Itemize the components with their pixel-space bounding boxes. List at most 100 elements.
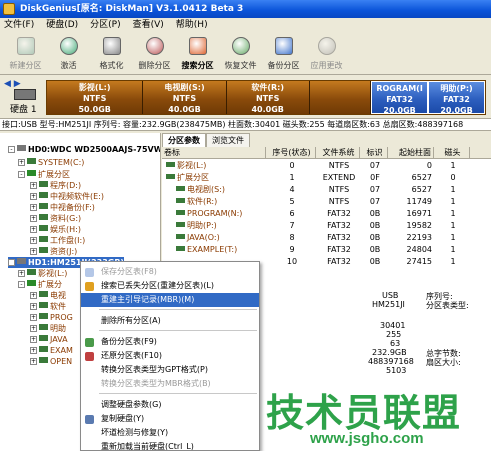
column-header[interactable]: 卷标 <box>162 147 266 158</box>
column-header[interactable]: 序号(状态) <box>266 147 316 158</box>
segment-name: 电视剧(S:) <box>164 83 205 92</box>
tree-node[interactable]: + 资资(J:) <box>30 246 77 257</box>
toolbar-button-0[interactable]: 新建分区 <box>4 33 47 75</box>
table-row[interactable]: 影视(L:) 0 NTFS 07 0 1 <box>162 160 491 172</box>
expander-icon[interactable]: + <box>30 226 37 233</box>
tree-node[interactable]: + JAVA <box>30 334 68 345</box>
table-row[interactable]: PROGRAM(N:) 6 FAT32 0B 16971 1 <box>162 208 491 220</box>
expander-icon[interactable]: + <box>30 292 37 299</box>
context-menu-item[interactable]: 调整硬盘参数(G) <box>81 398 259 412</box>
expander-icon[interactable]: + <box>30 314 37 321</box>
column-header[interactable]: 起始柱面 <box>388 147 434 158</box>
table-cell: 影视(L:) <box>162 160 266 172</box>
table-cell: 电视剧(S:) <box>162 184 266 196</box>
partition-icon <box>39 181 48 187</box>
tree-node[interactable]: + 中视备份(F:) <box>30 202 95 213</box>
toolbar-button-7[interactable]: 应用更改 <box>305 33 348 75</box>
tree-node[interactable]: + SYSTEM(C:) <box>18 157 84 168</box>
tree-node[interactable]: + OPEN <box>30 356 72 367</box>
toolbar-button-1[interactable]: 激活 <box>47 33 90 75</box>
partition-segment-4[interactable]: ROGRAM(I FAT32 20.0GB <box>371 81 429 114</box>
tree-node[interactable]: + EXAM <box>30 345 73 356</box>
tree-node[interactable]: + 电视 <box>30 290 66 301</box>
expander-icon[interactable]: + <box>30 248 37 255</box>
tree-node[interactable]: + PROG <box>30 312 73 323</box>
toolbar-button-3[interactable]: 删除分区 <box>133 33 176 75</box>
tree-node[interactable]: + 中视频软件(E:) <box>30 191 104 202</box>
tab-0[interactable]: 分区参数 <box>162 133 206 147</box>
tree-node[interactable]: + 软件 <box>30 301 66 312</box>
tree-node-label: SYSTEM(C:) <box>38 158 85 167</box>
expander-icon[interactable]: - <box>8 146 15 153</box>
menu-item-2[interactable]: 分区(P) <box>90 18 120 33</box>
disk-bar: ◀ ▶ 硬盘 1 影视(L:) NTFS 50.0GB 电视剧(S:) NTFS 40.0… <box>0 76 491 118</box>
table-row[interactable]: JAVA(O:) 8 FAT32 0B 22193 1 <box>162 232 491 244</box>
tree-node[interactable]: - HD0:WDC WD2500AAJS-75VWA0 <box>8 144 160 155</box>
expander-icon[interactable]: + <box>18 270 25 277</box>
expander-icon[interactable]: + <box>30 358 37 365</box>
table-row[interactable]: 软件(R:) 5 NTFS 07 11749 1 <box>162 196 491 208</box>
column-header[interactable]: 磁头 <box>434 147 470 158</box>
table-row[interactable]: EXAMPLE(T:) 9 FAT32 0B 24804 1 <box>162 244 491 256</box>
table-row[interactable]: 明助(P:) 7 FAT32 0B 19582 1 <box>162 220 491 232</box>
tree-node[interactable]: + 程序(D:) <box>30 180 81 191</box>
tree-node[interactable]: + 影视(L:) <box>18 268 67 279</box>
partition-segment-2[interactable]: 软件(R:) NTFS 40.0GB <box>226 81 310 114</box>
disk-label: 硬盘 1 <box>10 105 37 115</box>
expander-icon[interactable]: + <box>30 215 37 222</box>
partition-segment-1[interactable]: 电视剧(S:) NTFS 40.0GB <box>143 81 227 114</box>
tab-1[interactable]: 浏览文件 <box>206 133 250 147</box>
context-menu-item[interactable]: 重新加载当前硬盘(Ctrl_L) <box>81 440 259 450</box>
tree-node[interactable]: + 资料(G:) <box>30 213 81 224</box>
tree-node[interactable]: + 娱乐(H:) <box>30 224 81 235</box>
menu-item-3[interactable]: 查看(V) <box>133 18 164 33</box>
expander-icon[interactable]: + <box>30 204 37 211</box>
expander-icon[interactable]: + <box>30 325 37 332</box>
expander-icon[interactable]: + <box>30 237 37 244</box>
partition-segment-0[interactable]: 影视(L:) NTFS 50.0GB <box>47 81 144 114</box>
context-menu-item[interactable]: 复制硬盘(Y) <box>81 412 259 426</box>
table-row[interactable]: 扩展分区 1 EXTEND 0F 6527 0 <box>162 172 491 184</box>
toolbar-button-6[interactable]: 备份分区 <box>262 33 305 75</box>
expander-icon[interactable]: + <box>30 336 37 343</box>
context-menu-item[interactable]: 坏道检测与修复(Y) <box>81 426 259 440</box>
table-row[interactable]: 电视剧(S:) 4 NTFS 07 6527 1 <box>162 184 491 196</box>
context-menu-item[interactable]: 重建主引导记录(MBR)(M) <box>81 293 259 307</box>
context-menu-item[interactable]: 转换分区表类型为MBR格式(B) <box>81 377 259 391</box>
tree-node-label: EXAM <box>50 346 73 355</box>
partition-icon <box>166 174 175 179</box>
menu-item-4[interactable]: 帮助(H) <box>176 18 208 33</box>
apply-changes-icon <box>318 37 336 55</box>
expander-icon[interactable]: + <box>30 347 37 354</box>
context-menu-item[interactable]: 搜索已丢失分区(重建分区表)(L) <box>81 279 259 293</box>
expander-icon[interactable]: + <box>30 182 37 189</box>
tree-node[interactable]: + 工作盘(I:) <box>30 235 85 246</box>
context-menu-item[interactable]: 还原分区表(F10) <box>81 349 259 363</box>
partition-segment-3[interactable] <box>309 81 372 114</box>
context-menu-item[interactable]: 转换分区表类型为GPT格式(P) <box>81 363 259 377</box>
menu-item-0[interactable]: 文件(F) <box>4 18 34 33</box>
context-menu-item[interactable]: 备份分区表(F9) <box>81 335 259 349</box>
toolbar-button-4[interactable]: 搜索分区 <box>176 33 219 75</box>
partition-segment-5[interactable]: 明助(P:) FAT32 20.0GB <box>428 81 485 114</box>
menu-item-1[interactable]: 硬盘(D) <box>46 18 78 33</box>
expander-icon[interactable]: - <box>18 171 25 178</box>
tree-node[interactable]: - 扩展分 <box>18 279 62 290</box>
disk-nav-arrows[interactable]: ◀ ▶ <box>4 79 21 89</box>
toolbar: 新建分区 激活 格式化 删除分区 搜索分区 恢复文件 备份分区 应用更改 <box>0 33 491 75</box>
toolbar-button-2[interactable]: 格式化 <box>90 33 133 75</box>
toolbar-button-5[interactable]: 恢复文件 <box>219 33 262 75</box>
expander-icon[interactable]: - <box>18 281 25 288</box>
expander-icon[interactable]: - <box>8 259 15 266</box>
column-header[interactable]: 文件系统 <box>316 147 360 158</box>
context-menu-item[interactable]: 删除所有分区(A) <box>81 314 259 328</box>
expander-icon[interactable]: + <box>30 193 37 200</box>
column-header[interactable]: 标识 <box>360 147 388 158</box>
tree-node-label: 程序(D:) <box>50 181 82 190</box>
expander-icon[interactable]: + <box>30 303 37 310</box>
tree-node[interactable]: + 明助 <box>30 323 66 334</box>
detail-value: 232.9GB <box>372 348 407 357</box>
expander-icon[interactable]: + <box>18 159 25 166</box>
context-menu-item[interactable]: 保存分区表(F8) <box>81 265 259 279</box>
tree-node[interactable]: - 扩展分区 <box>18 169 70 180</box>
